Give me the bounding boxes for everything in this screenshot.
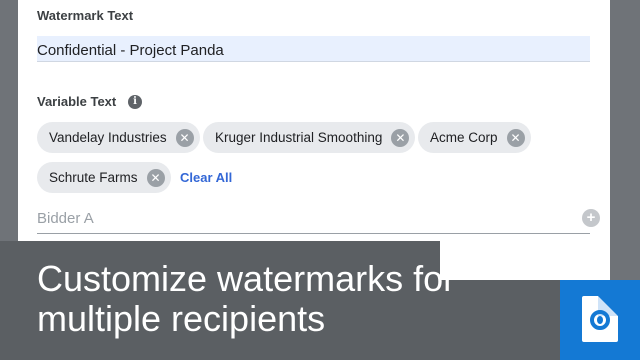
chip-kruger-industrial-smoothing: Kruger Industrial Smoothing ✕ xyxy=(203,122,416,153)
watermark-text-field[interactable]: Confidential - Project Panda xyxy=(37,36,590,62)
chip-label: Acme Corp xyxy=(430,130,498,145)
chip-acme-corp: Acme Corp ✕ xyxy=(418,122,531,153)
chip-label: Schrute Farms xyxy=(49,170,138,185)
chip-remove-icon[interactable]: ✕ xyxy=(175,128,194,147)
variable-text-input[interactable] xyxy=(37,208,557,228)
watermark-text-label: Watermark Text xyxy=(37,8,134,23)
chip-label: Vandelay Industries xyxy=(49,130,167,145)
add-circle-icon[interactable]: + xyxy=(582,209,600,227)
caption-banner-extension xyxy=(440,280,560,360)
watermark-text-value: Confidential - Project Panda xyxy=(37,42,224,59)
right-background xyxy=(610,0,640,280)
info-icon[interactable]: i xyxy=(128,95,142,109)
chip-remove-icon[interactable]: ✕ xyxy=(146,168,165,187)
chip-vandelay-industries: Vandelay Industries ✕ xyxy=(37,122,200,153)
variable-text-input-row: + xyxy=(37,204,600,234)
chip-schrute-farms: Schrute Farms ✕ xyxy=(37,162,171,193)
brand-logo xyxy=(560,280,640,360)
chip-remove-icon[interactable]: ✕ xyxy=(391,128,410,147)
chip-label: Kruger Industrial Smoothing xyxy=(215,130,383,145)
variable-text-label: Variable Text xyxy=(37,94,117,109)
document-watermark-logo-icon xyxy=(582,296,618,342)
caption-text: Customize watermarks for multiple recipi… xyxy=(37,258,456,339)
clear-all-button[interactable]: Clear All xyxy=(180,170,232,185)
chip-remove-icon[interactable]: ✕ xyxy=(506,128,525,147)
